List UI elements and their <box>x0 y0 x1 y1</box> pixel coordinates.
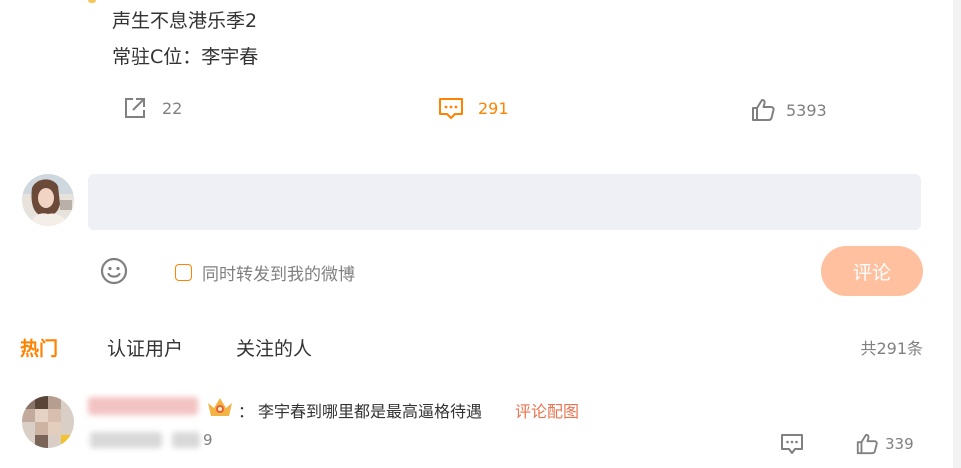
comment-meta-suffix: 9 <box>203 431 213 449</box>
commenter-avatar[interactable] <box>22 396 74 448</box>
comment-text: 李宇春到哪里都是最高逼格待遇 <box>258 402 483 421</box>
like-icon <box>750 97 776 123</box>
comment-like-icon <box>855 432 879 456</box>
comment-like-button[interactable]: 339 <box>855 432 914 456</box>
share-icon <box>122 95 148 121</box>
repost-to-weibo-option[interactable]: 同时转发到我的微博 <box>175 260 355 285</box>
comment-meta-redacted-2 <box>172 432 200 448</box>
comment-item: ： 李宇春到哪里都是最高逼格待遇 评论配图 9 339 <box>0 390 952 468</box>
like-button[interactable]: 5393 <box>750 97 827 123</box>
repost-checkbox-label: 同时转发到我的微博 <box>202 265 355 285</box>
repost-button[interactable]: 22 <box>122 95 182 121</box>
crown-badge-icon <box>206 395 234 419</box>
repost-count: 22 <box>162 98 183 118</box>
comment-reply-icon[interactable] <box>780 432 804 456</box>
comment-button[interactable]: 291 <box>438 95 509 121</box>
emoji-icon[interactable] <box>100 257 128 285</box>
commenter-name-redacted[interactable] <box>88 397 198 415</box>
comment-image-link[interactable]: 评论配图 <box>515 398 579 422</box>
comment-like-count: 339 <box>885 435 914 453</box>
page-scroll-gutter <box>953 0 961 468</box>
tab-hot[interactable]: 热门 <box>20 334 58 361</box>
repost-checkbox[interactable] <box>175 264 192 281</box>
tab-verified-users[interactable]: 认证用户 <box>107 334 183 361</box>
current-user-avatar[interactable] <box>22 174 74 226</box>
comment-input[interactable] <box>88 174 921 230</box>
submit-comment-button[interactable]: 评论 <box>821 246 923 296</box>
tab-following[interactable]: 关注的人 <box>236 334 312 361</box>
comment-icon <box>438 95 464 121</box>
like-count: 5393 <box>786 100 827 120</box>
comment-count: 291 <box>478 98 509 118</box>
post-text-line-2: 常驻C位：李宇春 <box>112 46 259 68</box>
top-cutoff-mark <box>88 0 96 3</box>
post-text-line-1: 声生不息港乐季2 <box>112 10 258 32</box>
comment-meta-redacted <box>90 432 162 448</box>
comment-separator: ： <box>238 402 255 421</box>
total-comment-count: 共291条 <box>860 339 923 358</box>
